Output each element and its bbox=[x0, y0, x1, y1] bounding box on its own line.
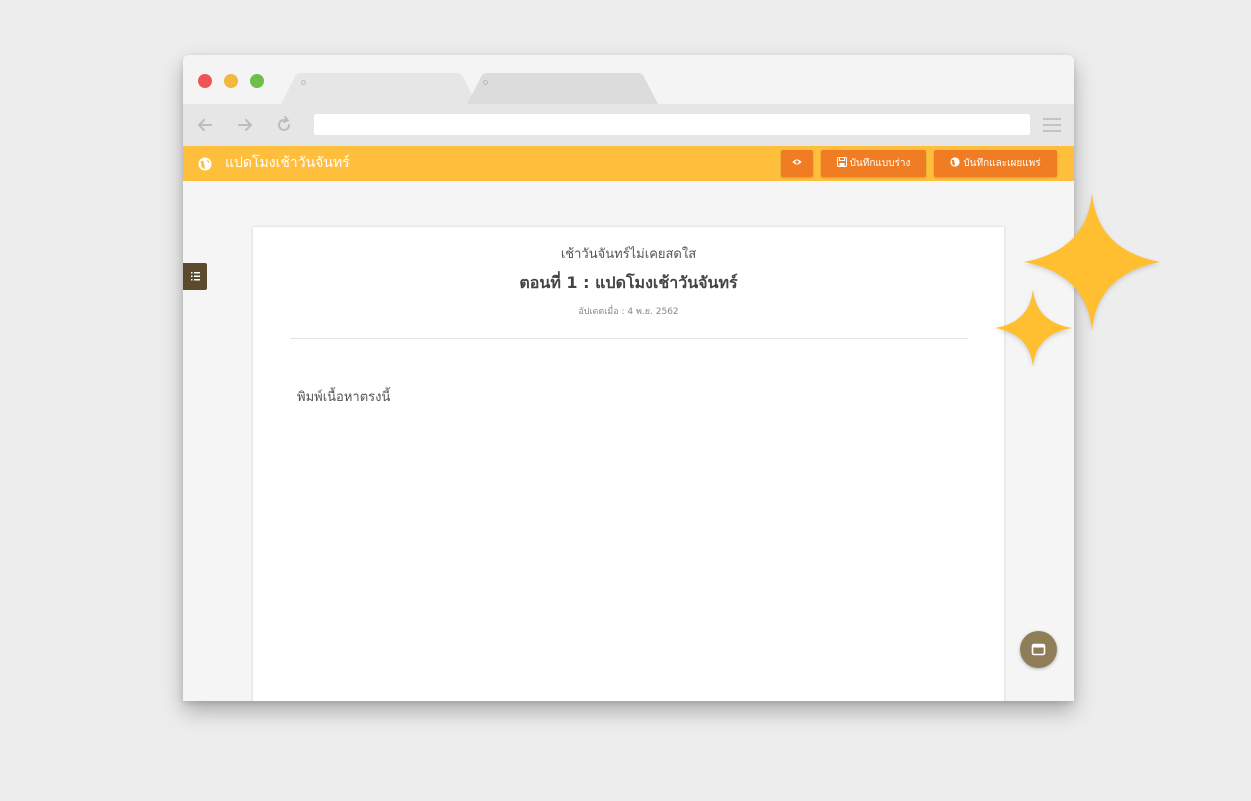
list-icon bbox=[191, 272, 200, 281]
floppy-disk-icon bbox=[836, 157, 847, 167]
save-publish-button[interactable]: บันทึกและเผยแพร่ bbox=[934, 150, 1057, 177]
tab-favicon bbox=[301, 80, 306, 85]
minimize-window-button[interactable] bbox=[224, 74, 238, 88]
globe-icon bbox=[950, 157, 960, 167]
save-draft-button[interactable]: บันทึกแบบร่าง bbox=[821, 150, 926, 177]
story-title: เช้าวันจันทร์ไม่เคยสดใส bbox=[560, 247, 697, 262]
story-name-title: แปดโมงเช้าวันจันทร์ bbox=[225, 155, 350, 171]
updated-date: อัปเดตเมื่อ : 4 พ.ย. 2562 bbox=[578, 307, 679, 317]
divider bbox=[290, 338, 968, 339]
tab-favicon bbox=[483, 80, 488, 85]
browser-toolbar bbox=[183, 104, 1074, 146]
editor-appbar: แปดโมงเช้าวันจันทร์ บันทึกแบบร่าง บันทึก… bbox=[183, 146, 1074, 181]
globe-icon bbox=[198, 156, 212, 171]
browser-tab-active[interactable] bbox=[281, 73, 477, 104]
preview-button[interactable] bbox=[781, 150, 813, 177]
address-bar[interactable] bbox=[314, 114, 1030, 135]
small-sparkle-icon bbox=[995, 289, 1072, 367]
sidebar-toggle-button[interactable] bbox=[183, 263, 207, 290]
window-icon bbox=[1031, 643, 1046, 656]
back-arrow-icon[interactable] bbox=[194, 114, 216, 136]
editor-paper: เช้าวันจันทร์ไม่เคยสดใส ตอนที่ 1 : แปดโม… bbox=[253, 227, 1004, 701]
close-window-button[interactable] bbox=[198, 74, 212, 88]
forward-arrow-icon[interactable] bbox=[234, 114, 256, 136]
content-editor-placeholder[interactable]: พิมพ์เนื้อหาตรงนี้ bbox=[297, 386, 390, 407]
hamburger-menu-icon[interactable] bbox=[1043, 118, 1061, 132]
browser-titlebar bbox=[183, 55, 1074, 104]
reload-icon[interactable] bbox=[273, 114, 295, 136]
browser-tab[interactable] bbox=[467, 73, 658, 104]
save-publish-label: บันทึกและเผยแพร่ bbox=[963, 158, 1041, 169]
floating-action-button[interactable] bbox=[1020, 631, 1057, 668]
maximize-window-button[interactable] bbox=[250, 74, 264, 88]
save-draft-label: บันทึกแบบร่าง bbox=[849, 158, 911, 169]
eye-icon bbox=[792, 159, 802, 165]
browser-window: แปดโมงเช้าวันจันทร์ บันทึกแบบร่าง บันทึก… bbox=[183, 55, 1074, 701]
chapter-title[interactable]: ตอนที่ 1 : แปดโมงเช้าวันจันทร์ bbox=[253, 271, 1004, 296]
